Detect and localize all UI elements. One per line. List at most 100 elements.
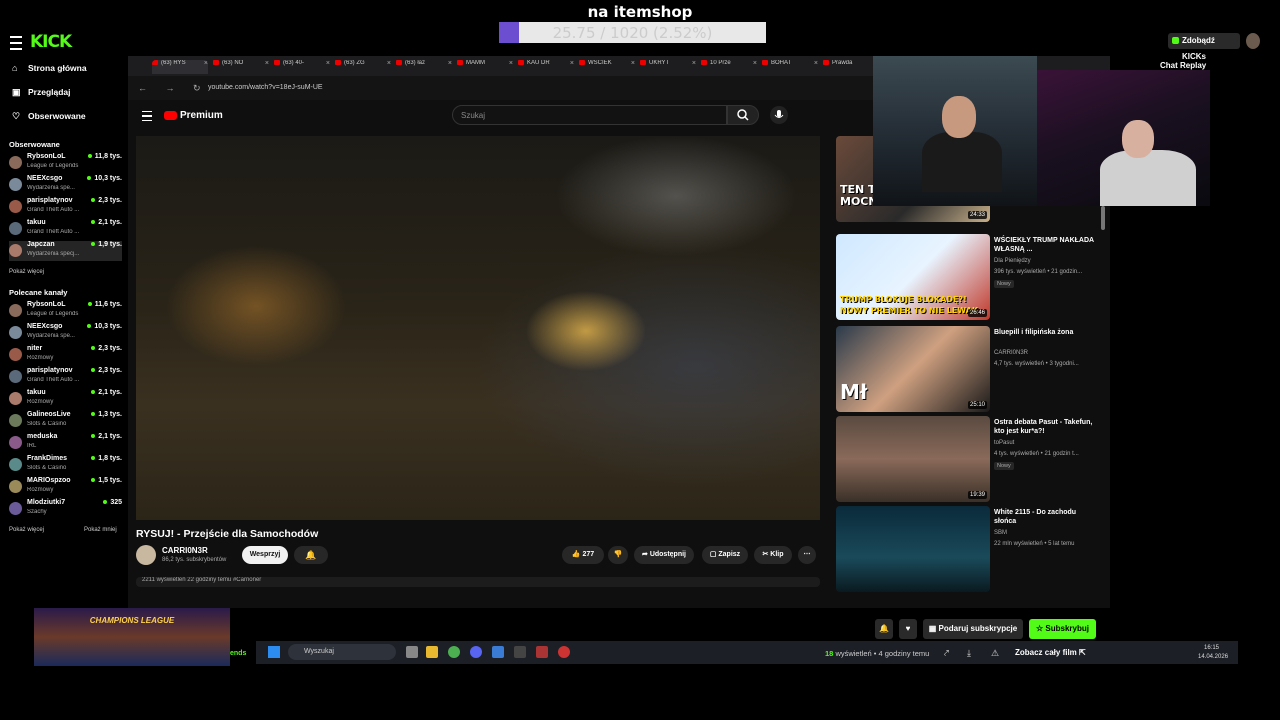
- chrome-icon[interactable]: [448, 646, 460, 658]
- channel-list-item[interactable]: GalineosLive Slots & Casino 1,3 tys.: [9, 411, 122, 431]
- discord-icon[interactable]: [470, 646, 482, 658]
- recs-scrollbar[interactable]: [1101, 206, 1105, 230]
- windows-start-icon[interactable]: [268, 646, 280, 658]
- youtube-premium-logo[interactable]: Premium: [164, 110, 223, 121]
- taskview-icon[interactable]: [406, 646, 418, 658]
- recommended-video[interactable]: Mł 25:10 Bluepill i filipińska żona CARRI0N…: [836, 326, 1096, 412]
- microphone-icon[interactable]: [770, 106, 788, 124]
- close-tab-icon[interactable]: ×: [509, 60, 513, 67]
- video-title[interactable]: Bluepill i filipińska żona: [994, 328, 1094, 337]
- share-icon[interactable]: ⤤: [944, 648, 949, 659]
- nav-browse[interactable]: ▣ Przeglądaj: [12, 87, 71, 98]
- channel-list-item[interactable]: meduska IRL 2,1 tys.: [9, 433, 122, 453]
- channel-list-item[interactable]: Mlodziutki7 Szachy 325: [9, 499, 122, 519]
- close-tab-icon[interactable]: ×: [448, 60, 452, 67]
- notification-bell-icon[interactable]: 🔔: [294, 546, 328, 564]
- channel-list-item[interactable]: MARIOspzoo Rozmowy 1,5 tys.: [9, 477, 122, 497]
- kick-logo[interactable]: KICK: [30, 32, 72, 52]
- browser-tab[interactable]: KAU DR ×: [518, 60, 574, 74]
- nav-following[interactable]: ♡ Obserwowane: [12, 111, 86, 122]
- video-thumbnail[interactable]: [836, 506, 990, 592]
- xbox-icon[interactable]: [514, 646, 526, 658]
- channel-name[interactable]: CARRI0N3R: [162, 546, 208, 555]
- yt-search-input[interactable]: Szukaj: [452, 105, 727, 125]
- browser-tab[interactable]: (63) 40- ×: [274, 60, 330, 74]
- browser-tab[interactable]: 10 Prze ×: [701, 60, 757, 74]
- channel-list-item[interactable]: niter Rozmowy 2,3 tys.: [9, 345, 122, 365]
- video-title[interactable]: White 2115 - Do zachodu słońca: [994, 508, 1094, 526]
- video-player[interactable]: [136, 136, 820, 520]
- more-actions-button[interactable]: ⋯: [798, 546, 816, 564]
- watch-full-video-link[interactable]: Zobacz cały film ⇱: [1015, 648, 1086, 657]
- subscribe-button[interactable]: ☆ Subskrybuj: [1029, 619, 1096, 639]
- hamburger-menu-icon[interactable]: [10, 36, 22, 50]
- nav-home[interactable]: ⌂ Strona główna: [12, 63, 87, 73]
- recommended-show-less[interactable]: Pokaż mniej: [84, 527, 117, 533]
- bell-button[interactable]: 🔔: [875, 619, 893, 639]
- channel-list-item[interactable]: parisplatynov Grand Theft Auto ... 2,3 tys…: [9, 367, 122, 387]
- followed-show-more[interactable]: Pokaż więcej: [9, 269, 44, 275]
- close-tab-icon[interactable]: ×: [631, 60, 635, 67]
- yt-search-button[interactable]: [727, 105, 759, 125]
- channel-list-item[interactable]: takuu Grand Theft Auto ... 2,1 tys.: [9, 219, 122, 239]
- close-tab-icon[interactable]: ×: [326, 60, 330, 67]
- channel-list-item[interactable]: RybsonLoL League of Legends 11,6 tys.: [9, 301, 122, 321]
- browser-tab[interactable]: WŚCIEK ×: [579, 60, 635, 74]
- browser-nav-buttons[interactable]: ← → ↻: [138, 83, 209, 94]
- video-channel[interactable]: toPasut: [994, 440, 1014, 446]
- video-title[interactable]: WŚCIEKŁY TRUMP NAKŁADA WŁASNĄ ...: [994, 236, 1094, 254]
- game-icon[interactable]: [536, 646, 548, 658]
- support-button[interactable]: Wesprzyj: [242, 546, 288, 564]
- channel-list-item[interactable]: takuu Rozmowy 2,1 tys.: [9, 389, 122, 409]
- get-kicks-button[interactable]: Zdobądź KICKs: [1168, 33, 1240, 61]
- recommended-video[interactable]: 19:39 Ostra debata Pasut - Takefun, kto j…: [836, 416, 1096, 502]
- report-icon[interactable]: ⚠: [991, 648, 999, 659]
- follow-heart-button[interactable]: ♥: [899, 619, 917, 639]
- close-tab-icon[interactable]: ×: [387, 60, 391, 67]
- gift-subscription-button[interactable]: ▦ Podaruj subskrypcje: [923, 619, 1023, 639]
- video-thumbnail[interactable]: 19:39: [836, 416, 990, 502]
- close-tab-icon[interactable]: ×: [204, 60, 208, 67]
- like-button[interactable]: 👍 277: [562, 546, 604, 564]
- video-title[interactable]: Ostra debata Pasut - Takefun, kto jest k…: [994, 418, 1094, 436]
- file-explorer-icon[interactable]: [426, 646, 438, 658]
- recommended-video[interactable]: TRUMP BLOKUJE BLOKADĘ?! NOWY PREMIER TO …: [836, 234, 1096, 320]
- yt-menu-icon[interactable]: [142, 111, 152, 121]
- share-button[interactable]: ➦ Udostępnij: [634, 546, 694, 564]
- browser-tab[interactable]: (63) NO ×: [213, 60, 269, 74]
- obs-icon[interactable]: [558, 646, 570, 658]
- close-tab-icon[interactable]: ×: [814, 60, 818, 67]
- url-input[interactable]: youtube.com/watch?v=18eJ-suM-UE: [208, 84, 323, 91]
- channel-avatar[interactable]: [136, 545, 156, 565]
- profile-avatar[interactable]: [1246, 33, 1260, 49]
- recommended-video[interactable]: White 2115 - Do zachodu słońca SBM 22 mln …: [836, 506, 1096, 592]
- taskbar-search-input[interactable]: Wyszukaj: [288, 644, 396, 660]
- channel-list-item[interactable]: Japczan Wydarzenia specj... 1,9 tys.: [9, 241, 122, 261]
- video-thumbnail[interactable]: Mł 25:10: [836, 326, 990, 412]
- recommended-show-more[interactable]: Pokaż więcej: [9, 527, 44, 533]
- browser-tab[interactable]: BOHAT ×: [762, 60, 818, 74]
- browser-tab[interactable]: (63) RYS ×: [152, 60, 208, 74]
- channel-list-item[interactable]: NEEXcsgo Wydarzenia spe... 10,3 tys.: [9, 323, 122, 343]
- clip-button[interactable]: ✂ Klip: [754, 546, 792, 564]
- channel-list-item[interactable]: parisplatynov Grand Theft Auto ... 2,3 tys…: [9, 197, 122, 217]
- browser-tab[interactable]: (63) ZG ×: [335, 60, 391, 74]
- dislike-button[interactable]: 👎: [608, 546, 628, 564]
- video-channel[interactable]: Dla Pieniędzy: [994, 258, 1031, 264]
- close-tab-icon[interactable]: ×: [265, 60, 269, 67]
- browser-tab[interactable]: (63) łaz ×: [396, 60, 452, 74]
- video-channel[interactable]: SBM: [994, 530, 1007, 536]
- app-icon[interactable]: [492, 646, 504, 658]
- channel-list-item[interactable]: RybsonLoL League of Legends 11,8 tys.: [9, 153, 122, 173]
- video-channel[interactable]: CARRI0N3R: [994, 350, 1028, 356]
- channel-list-item[interactable]: FrankDimes Slots & Casino 1,8 tys.: [9, 455, 122, 475]
- save-button[interactable]: ▢ Zapisz: [702, 546, 748, 564]
- video-description[interactable]: 2211 wyświetleń 22 godziny temu #Carrion…: [136, 577, 820, 587]
- browser-tab[interactable]: Prawda×: [823, 60, 879, 74]
- video-thumbnail[interactable]: TRUMP BLOKUJE BLOKADĘ?! NOWY PREMIER TO …: [836, 234, 990, 320]
- close-tab-icon[interactable]: ×: [753, 60, 757, 67]
- channel-list-item[interactable]: NEEXcsgo Wydarzenia spe... 10,3 tys.: [9, 175, 122, 195]
- browser-tab[interactable]: MAMM ×: [457, 60, 513, 74]
- close-tab-icon[interactable]: ×: [692, 60, 696, 67]
- download-icon[interactable]: ⤓: [967, 648, 971, 659]
